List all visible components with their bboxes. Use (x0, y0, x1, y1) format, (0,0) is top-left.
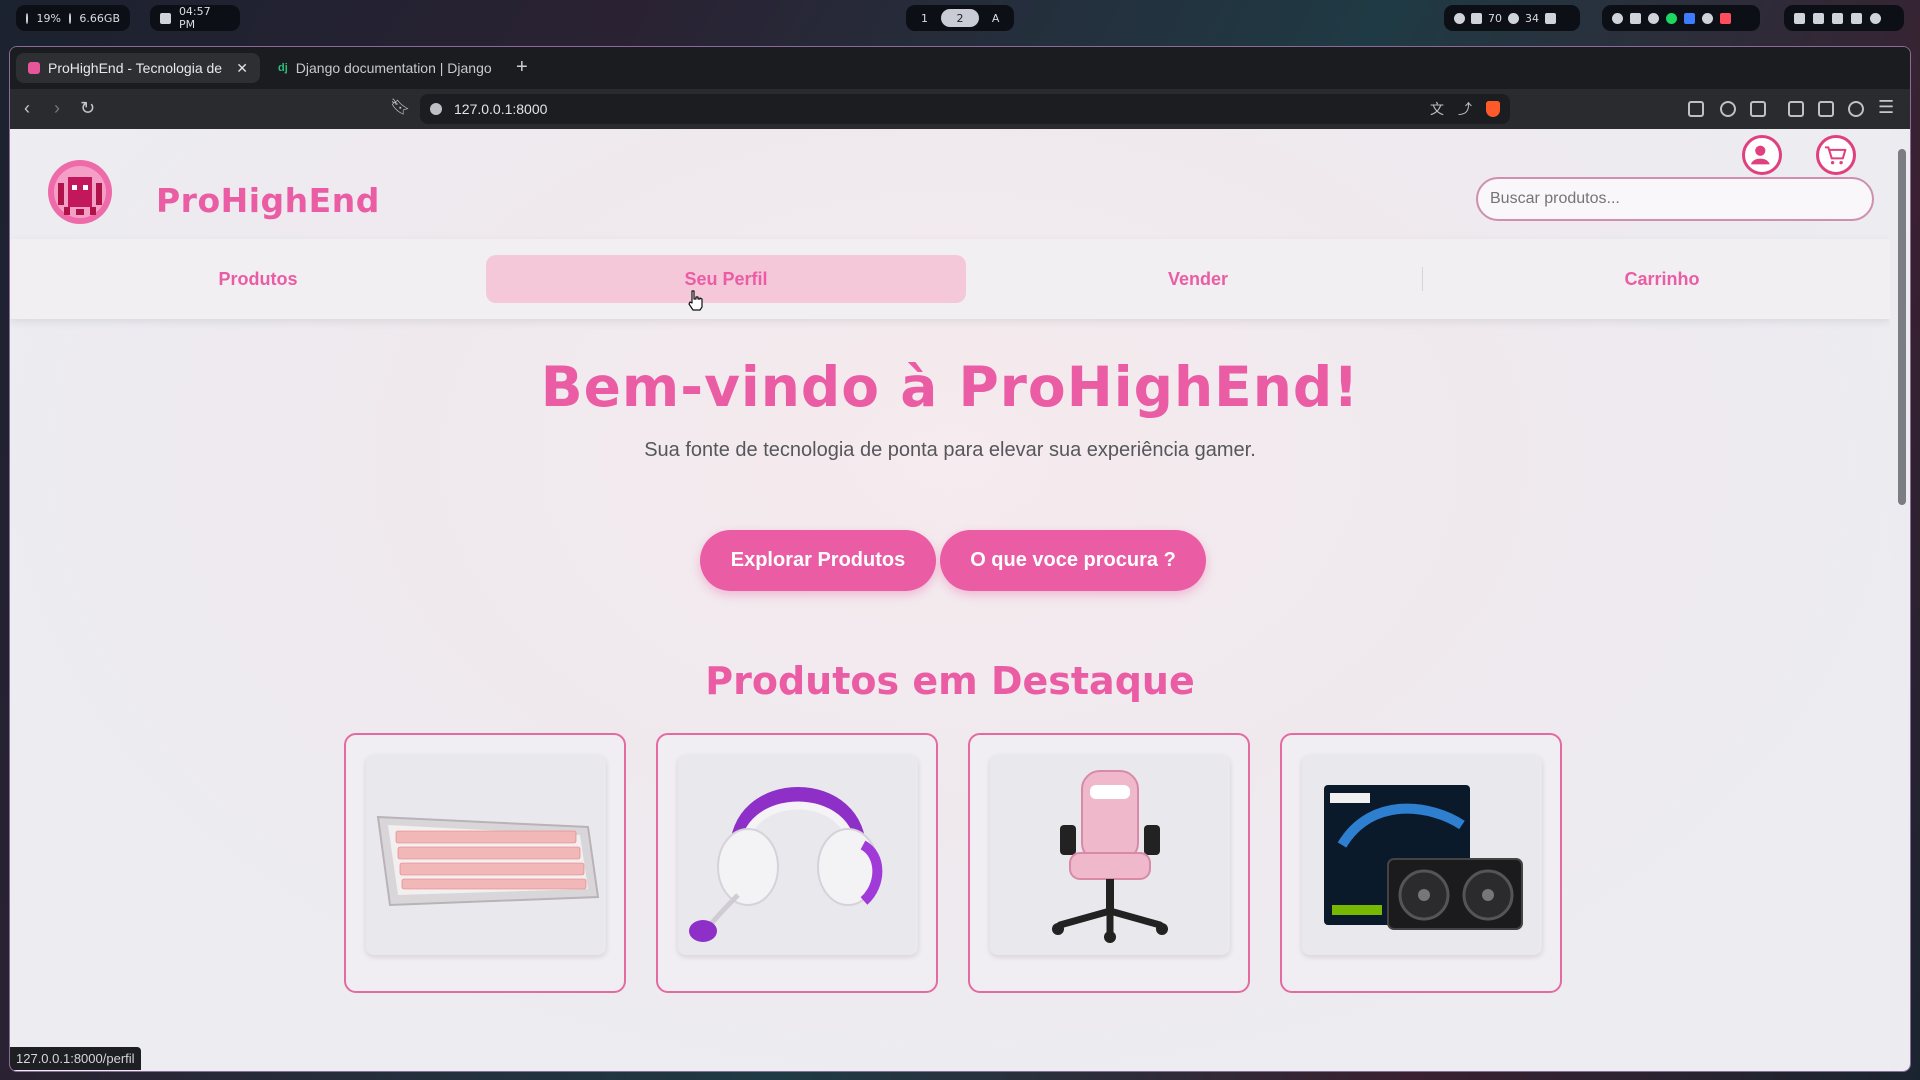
power-icon[interactable] (1870, 12, 1881, 24)
battery-icon (1545, 12, 1556, 24)
session-controls (1784, 5, 1904, 31)
bluetooth-icon[interactable] (1612, 12, 1623, 24)
network-tray-icon[interactable] (1702, 12, 1713, 24)
reload-icon[interactable]: ↻ (80, 99, 95, 117)
tray-icons (1602, 5, 1760, 31)
bitwarden-icon[interactable] (1684, 12, 1695, 24)
site-info-icon[interactable] (430, 103, 442, 115)
headset-image-icon (678, 755, 918, 955)
translate-icon[interactable]: 文 (1430, 99, 1444, 119)
scrollbar-thumb[interactable] (1898, 149, 1906, 505)
space-invader-logo-icon[interactable] (46, 159, 114, 225)
search-input[interactable] (1476, 177, 1874, 221)
sidebar-icon[interactable] (1788, 101, 1804, 117)
wallet-icon[interactable] (1818, 101, 1834, 117)
prohighend-favicon-icon (28, 62, 40, 74)
system-stats: 19% 6.66GB (16, 5, 130, 31)
product-card[interactable] (344, 733, 626, 993)
nav-seu-perfil[interactable]: Seu Perfil (486, 255, 966, 303)
tab-strip: ProHighEnd - Tecnologia de ✕ dj Django d… (10, 47, 1910, 89)
browser-toolbar: ‹ › ↻ 🔖︎ 127.0.0.1:8000 文 ⤴ ☰ (10, 89, 1910, 129)
what-are-you-looking-for-button[interactable]: O que voce procura ? (940, 530, 1206, 591)
cpu-usage: 19% (36, 11, 61, 25)
desktop-top-bar: 19% 6.66GB 04:57 PM 1 2 A 70 34 (0, 0, 1920, 38)
wifi-tray-icon[interactable] (1630, 12, 1641, 24)
featured-products-title: Produtos em Destaque (705, 659, 1195, 703)
product-card[interactable] (968, 733, 1250, 993)
hero-subtitle: Sua fonte de tecnologia de ponta para el… (644, 439, 1256, 461)
memory-icon (68, 12, 72, 24)
main-nav: Produtos Seu Perfil Vender Carrinho (10, 239, 1890, 319)
brave-shields-icon[interactable] (1486, 101, 1500, 117)
reading-list-icon[interactable] (1688, 101, 1704, 117)
leo-ai-icon[interactable] (1848, 101, 1864, 117)
share-icon[interactable]: ⤴ (1458, 99, 1472, 119)
status-bar-url: 127.0.0.1:8000/perfil (10, 1047, 141, 1070)
django-favicon-icon: dj (278, 62, 288, 74)
workspace-2[interactable]: 2 (940, 9, 980, 27)
menu-icon[interactable] (1851, 12, 1862, 24)
workspace-extra[interactable]: A (983, 9, 1008, 27)
workspace-switcher: 1 2 A (906, 5, 1014, 31)
nav-produtos[interactable]: Produtos (26, 255, 490, 303)
tab-title: Django documentation | Django (295, 60, 492, 76)
layout-icon[interactable] (1813, 12, 1824, 24)
memory-usage: 6.66GB (79, 11, 120, 25)
product-card[interactable] (656, 733, 938, 993)
spotify-icon[interactable] (1666, 12, 1677, 24)
brightness-level: 34 (1525, 11, 1539, 25)
settings-tray-icon[interactable] (1648, 12, 1659, 24)
product-card[interactable] (1280, 733, 1562, 993)
clock-time: 04:57 PM (178, 5, 211, 31)
hand-cursor-icon (688, 290, 703, 311)
headphones-icon (1471, 12, 1482, 24)
cpu-icon (26, 12, 29, 24)
gaming-chair-image-icon (990, 755, 1230, 955)
nav-vender[interactable]: Vender (966, 255, 1430, 303)
brand-name[interactable]: ProHighEnd (156, 181, 380, 220)
screenshot-tool-icon[interactable] (1750, 101, 1766, 117)
forward-icon[interactable]: › (54, 99, 60, 117)
page-viewport: ProHighEnd Produtos Seu Perfil Vender Ca… (10, 129, 1890, 1071)
app-tray-icon[interactable] (1720, 12, 1731, 24)
workspace-1[interactable]: 1 (912, 9, 937, 27)
user-profile-icon[interactable] (1742, 135, 1782, 175)
brightness-icon (1508, 12, 1519, 24)
explore-products-button[interactable]: Explorar Produtos (700, 530, 936, 591)
shopping-cart-icon[interactable] (1816, 135, 1856, 175)
url-text[interactable]: 127.0.0.1:8000 (454, 101, 547, 117)
site-header: ProHighEnd (10, 129, 1890, 239)
clock-icon (160, 12, 171, 24)
clock[interactable]: 04:57 PM (150, 5, 240, 31)
nav-divider (1422, 267, 1423, 291)
bookmark-icon[interactable]: 🔖︎ (390, 99, 410, 117)
tab-django-docs[interactable]: dj Django documentation | Django (266, 53, 506, 83)
close-tab-icon[interactable]: ✕ (236, 60, 248, 77)
hero-title: Bem-vindo à ProHighEnd! (540, 355, 1360, 419)
keyboard-image-icon (366, 755, 606, 955)
browser-window: ProHighEnd - Tecnologia de ✕ dj Django d… (9, 46, 1911, 1072)
back-icon[interactable]: ‹ (24, 99, 30, 117)
graphics-card-image-icon (1302, 755, 1542, 955)
nav-carrinho[interactable]: Carrinho (1430, 255, 1890, 303)
tab-prohighend[interactable]: ProHighEnd - Tecnologia de ✕ (16, 53, 260, 83)
hero-section: Bem-vindo à ProHighEnd! Sua fonte de tec… (10, 319, 1890, 681)
browser-menu-icon[interactable]: ☰ (1878, 98, 1894, 116)
system-indicators: 70 34 (1444, 5, 1580, 31)
windows-icon[interactable] (1832, 12, 1843, 24)
tab-title: ProHighEnd - Tecnologia de (48, 60, 223, 76)
new-tab-icon[interactable]: + (516, 57, 528, 77)
address-bar[interactable]: 127.0.0.1:8000 文 ⤴ (420, 94, 1510, 124)
volume-level: 70 (1488, 11, 1502, 25)
page-scrollbar[interactable] (1890, 129, 1910, 1071)
extensions-icon[interactable] (1720, 101, 1736, 117)
wifi-icon[interactable] (1454, 12, 1465, 24)
screenshot-icon[interactable] (1794, 12, 1805, 24)
